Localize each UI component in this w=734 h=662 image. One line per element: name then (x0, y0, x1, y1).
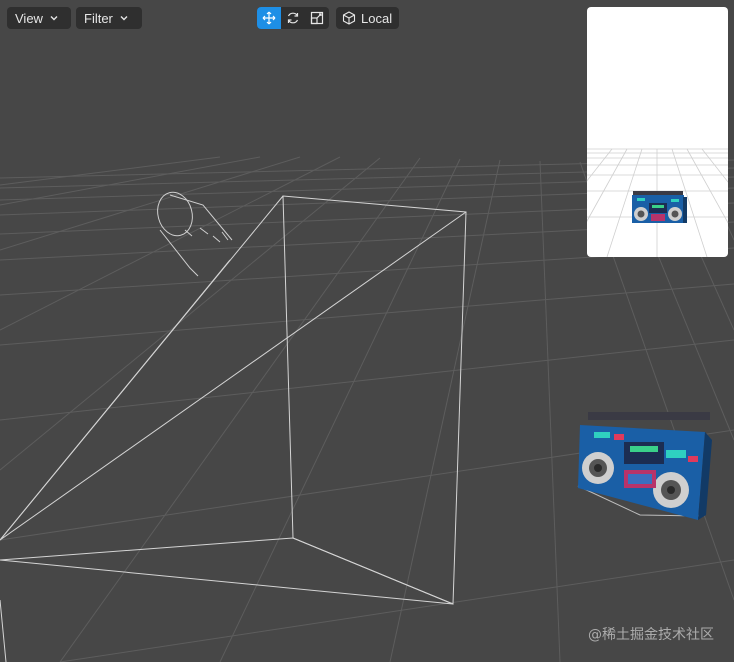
filter-label: Filter (84, 10, 113, 26)
camera-frustum[interactable] (0, 195, 467, 662)
move-icon (262, 11, 276, 25)
chevron-down-icon (120, 16, 128, 21)
transform-tools (257, 7, 329, 29)
scale-icon (310, 11, 324, 25)
coordinate-space-toggle[interactable]: Local (336, 7, 399, 29)
boombox-model[interactable] (577, 412, 712, 520)
rotate-icon (287, 12, 299, 24)
view-dropdown[interactable]: View (7, 7, 71, 29)
cube-icon (342, 11, 356, 25)
rotate-tool-button[interactable] (281, 7, 305, 29)
camera-preview-render (587, 148, 728, 257)
view-label: View (15, 10, 43, 26)
chevron-down-icon (50, 16, 58, 21)
filter-dropdown[interactable]: Filter (76, 7, 142, 29)
scale-tool-button[interactable] (305, 7, 329, 29)
camera-preview[interactable] (587, 7, 728, 257)
watermark: @稀土掘金技术社区 (588, 627, 714, 643)
coordinate-space-label: Local (361, 10, 393, 26)
move-tool-button[interactable] (257, 7, 281, 29)
